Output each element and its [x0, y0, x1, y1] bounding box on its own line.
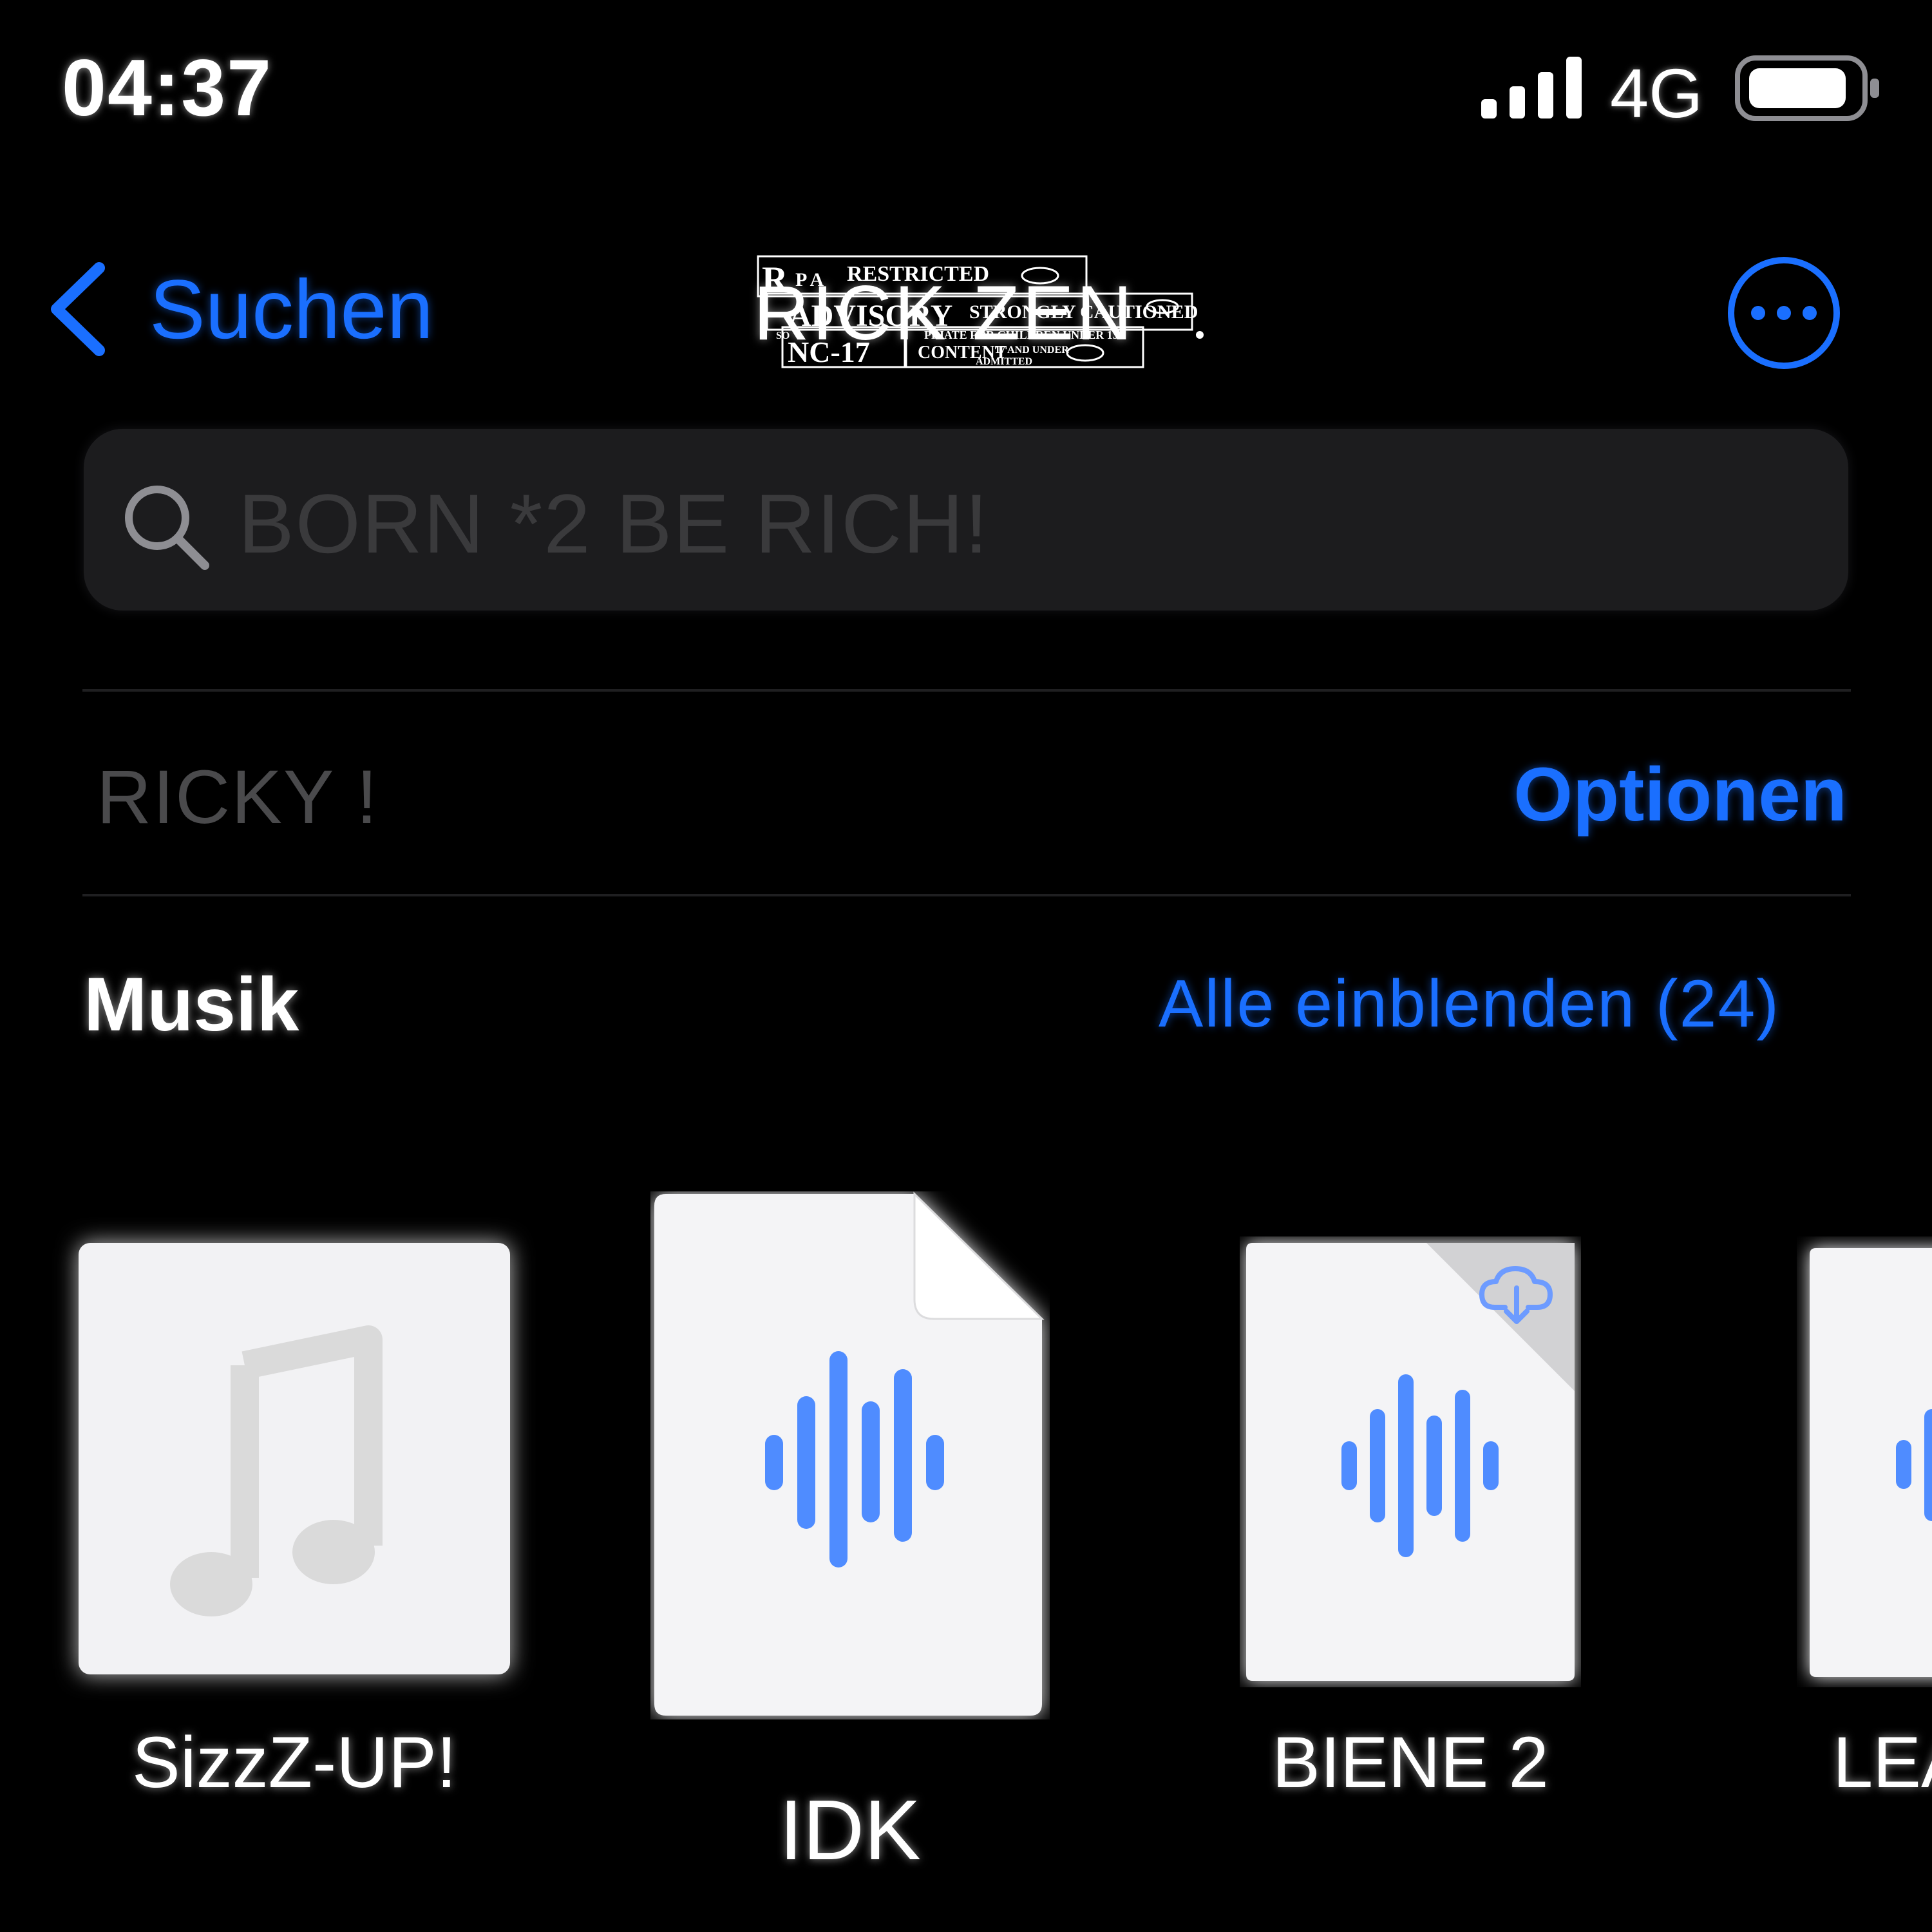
search-input[interactable]: BORN *2 BE RICH! — [238, 475, 989, 572]
show-all-button[interactable]: Alle einblenden (24) — [1159, 966, 1780, 1043]
file-name: LEA — [1833, 1722, 1932, 1803]
battery-icon — [1735, 55, 1879, 121]
file-tile-idk[interactable] — [650, 1191, 1050, 1719]
search-scope-label: RICKY ! — [97, 755, 379, 840]
cellular-signal-icon — [1481, 57, 1582, 118]
file-tile-biene-2[interactable] — [1240, 1236, 1581, 1687]
parental-advisory-logo: R P A RESTRICTED ADVISORY STRONGLY CAUTI… — [757, 255, 1204, 368]
more-options-button[interactable] — [1726, 255, 1842, 371]
svg-text:R: R — [762, 260, 788, 299]
divider — [82, 689, 1851, 692]
svg-text:PRIATE FOR CHILDREN UNDER 13: PRIATE FOR CHILDREN UNDER 13 — [924, 328, 1119, 341]
divider — [82, 894, 1851, 896]
file-name: SizzZ-UP! — [132, 1722, 457, 1803]
network-type: 4G — [1610, 54, 1703, 132]
svg-text:ADMITTED: ADMITTED — [976, 356, 1032, 367]
file-name: IDK — [779, 1783, 922, 1877]
options-button[interactable]: Optionen — [1513, 751, 1847, 838]
svg-text:RESTRICTED: RESTRICTED — [847, 262, 989, 286]
file-tile-lea[interactable] — [1797, 1236, 1932, 1687]
svg-text:NC-17: NC-17 — [788, 336, 870, 368]
music-note-icon — [170, 1325, 383, 1616]
back-button[interactable]: Suchen — [149, 261, 433, 357]
file-name: BIENE 2 — [1272, 1722, 1549, 1803]
search-icon — [125, 486, 209, 570]
chevron-left-icon[interactable] — [41, 258, 112, 361]
status-time: 04:37 — [62, 44, 273, 133]
file-tile-sizzz-up[interactable] — [79, 1243, 510, 1674]
svg-text:17 AND UNDER: 17 AND UNDER — [995, 345, 1069, 355]
section-title: Musik — [84, 962, 299, 1047]
svg-text:P A: P A — [795, 269, 824, 290]
